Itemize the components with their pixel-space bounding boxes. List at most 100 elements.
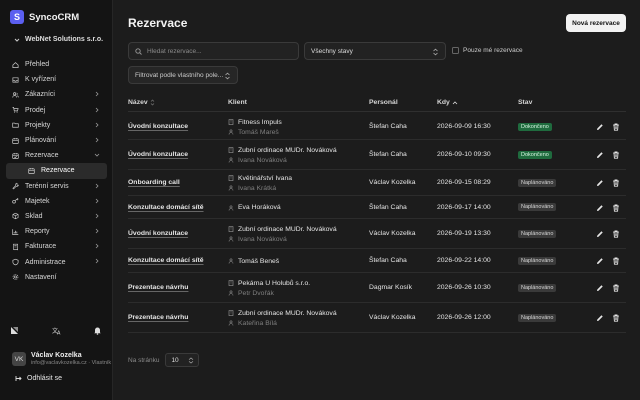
person-icon [228, 185, 234, 191]
reservation-name-link[interactable]: Prezentace návrhu [128, 314, 188, 321]
edit-icon[interactable] [596, 179, 604, 187]
chevron-right-icon [94, 198, 100, 204]
sidebar-item-rezervace-sub[interactable]: Rezervace [6, 163, 107, 179]
custom-field-filter[interactable]: Filtrovat podle vlastního pole... [128, 66, 238, 84]
sidebar-item-terénní-servis[interactable]: Terénní servis [0, 179, 113, 194]
staff-cell: Václav Kozelka [369, 179, 416, 186]
sidebar-item-label: Administrace [25, 258, 66, 266]
sidebar-item-label: Prodej [25, 106, 46, 114]
edit-icon[interactable] [596, 123, 604, 131]
column-date[interactable]: Kdy [437, 99, 458, 106]
edit-icon[interactable] [596, 314, 604, 322]
gear-icon [12, 274, 19, 281]
user-card[interactable]: VK Václav Kozelka info@vaclavkozelka.cz … [12, 352, 111, 366]
column-staff[interactable]: Personál [369, 99, 398, 106]
column-client[interactable]: Klient [228, 99, 247, 106]
page-size-select[interactable]: 10 [165, 353, 200, 367]
sidebar-item-zákazníci[interactable]: Zákazníci [0, 87, 113, 102]
status-badge: Naplánováno [518, 256, 557, 265]
trash-icon[interactable] [612, 257, 620, 265]
user-name: Václav Kozelka [31, 352, 82, 359]
new-reservation-button[interactable]: Nová rezervace [566, 14, 626, 32]
edit-icon[interactable] [596, 257, 604, 265]
edit-icon[interactable] [596, 284, 604, 292]
table-row[interactable]: Prezentace návrhu Pekárna U Holubů s.r.o.… [128, 273, 626, 303]
sidebar-item-label: Reporty [25, 228, 50, 236]
only-mine-checkbox[interactable] [452, 47, 459, 54]
sidebar-item-label: K vyřízení [25, 76, 57, 84]
sidebar-item-projekty[interactable]: Projekty [0, 118, 113, 133]
trash-icon[interactable] [612, 179, 620, 187]
sidebar-item-label: Terénní servis [25, 182, 69, 190]
column-status[interactable]: Stav [518, 99, 532, 106]
trash-icon[interactable] [612, 123, 620, 131]
client-contact: Petr Dvořák [228, 288, 310, 298]
client-company: Zubní ordinace MUDr. Nováková [228, 308, 337, 318]
row-actions [596, 257, 620, 265]
sidebar-nav: Přehled K vyřízení Zákazníci Prodej Projekty… [0, 57, 113, 285]
only-mine-toggle[interactable]: Pouze mé rezervace [452, 47, 523, 54]
sidebar-item-label: Přehled [25, 61, 50, 69]
table-row[interactable]: Onboarding call Květinářství Ivana Ivana K… [128, 170, 626, 196]
trash-icon[interactable] [612, 151, 620, 159]
language-icon[interactable]: 文A [52, 326, 61, 335]
table-row[interactable]: Konzultace domácí sítě Tomáš Beneš Štefan … [128, 249, 626, 273]
trash-icon[interactable] [612, 284, 620, 292]
sidebar-item-fakturace[interactable]: Fakturace [0, 239, 113, 254]
client-company-name: Zubní ordinace MUDr. Nováková [238, 146, 337, 154]
trash-icon[interactable] [612, 230, 620, 238]
sidebar-item-přehled[interactable]: Přehled [0, 57, 113, 72]
trash-icon[interactable] [612, 314, 620, 322]
reservation-name-link[interactable]: Úvodní konzultace [128, 230, 188, 237]
org-switcher[interactable]: WebNet Solutions s.r.o. [14, 36, 103, 43]
sidebar-item-administrace[interactable]: Administrace [0, 254, 113, 269]
sidebar-item-nastavení[interactable]: Nastavení [0, 270, 113, 285]
table-row[interactable]: Úvodní konzultace Zubní ordinace MUDr. No… [128, 219, 626, 249]
table-row[interactable]: Úvodní konzultace Zubní ordinace MUDr. No… [128, 140, 626, 170]
building-icon [228, 280, 234, 286]
sidebar-item-reporty[interactable]: Reporty [0, 224, 113, 239]
reservation-name-link[interactable]: Prezentace návrhu [128, 284, 188, 291]
sidebar-item-sklad[interactable]: Sklad [0, 209, 113, 224]
search-field[interactable] [128, 42, 299, 60]
bell-icon[interactable] [93, 326, 102, 335]
sidebar-item-plánování[interactable]: Plánování [0, 133, 113, 148]
reservation-name-link[interactable]: Konzultace domácí sítě [128, 204, 204, 211]
client-company: Pekárna U Holubů s.r.o. [228, 278, 310, 288]
sidebar-item-label: Plánování [25, 137, 57, 145]
client-contact-name: Ivana Nováková [238, 235, 287, 243]
table-row[interactable]: Úvodní konzultace Fitness Impuls Tomáš Mar… [128, 114, 626, 140]
sidebar-item-prodej[interactable]: Prodej [0, 103, 113, 118]
column-name[interactable]: Název [128, 99, 155, 106]
edit-icon[interactable] [596, 230, 604, 238]
person-icon [228, 129, 234, 135]
status-filter-select[interactable]: Všechny stavy [304, 42, 446, 60]
sidebar-item-k-vyřízení[interactable]: K vyřízení [0, 72, 113, 87]
reservation-name-link[interactable]: Konzultace domácí sítě [128, 257, 204, 264]
client-contact-name: Eva Horáková [238, 204, 281, 211]
client-company: Fitness Impuls [228, 117, 282, 127]
page-size-value: 10 [171, 356, 179, 364]
edit-icon[interactable] [596, 151, 604, 159]
client-cell: Zubní ordinace MUDr. Nováková Kateřina Bí… [228, 308, 337, 328]
client-cell: Zubní ordinace MUDr. Nováková Ivana Novák… [228, 145, 337, 165]
reservation-name-link[interactable]: Onboarding call [128, 179, 180, 186]
search-input[interactable] [147, 47, 287, 55]
chevron-updown-icon [188, 357, 194, 364]
column-status-label: Stav [518, 99, 533, 106]
sidebar-item-rezervace[interactable]: Rezervace [0, 148, 113, 163]
logo-mark-icon[interactable] [10, 326, 19, 335]
logout-button[interactable]: Odhlásit se [15, 375, 62, 382]
brand[interactable]: S SyncoCRM [10, 10, 79, 24]
date-cell: 2026-09-10 09:30 [437, 151, 491, 158]
status-badge: Naplánováno [518, 203, 557, 211]
sort-icon [150, 99, 154, 106]
sidebar-item-majetek[interactable]: Majetek [0, 194, 113, 209]
reservation-name-link[interactable]: Úvodní konzultace [128, 123, 188, 130]
edit-icon[interactable] [596, 204, 604, 212]
table-row[interactable]: Prezentace návrhu Zubní ordinace MUDr. No… [128, 303, 626, 333]
reservation-name-link[interactable]: Úvodní konzultace [128, 151, 188, 158]
table-row[interactable]: Konzultace domácí sítě Eva Horáková Štefan… [128, 196, 626, 219]
chevron-right-icon [94, 258, 100, 264]
trash-icon[interactable] [612, 204, 620, 212]
